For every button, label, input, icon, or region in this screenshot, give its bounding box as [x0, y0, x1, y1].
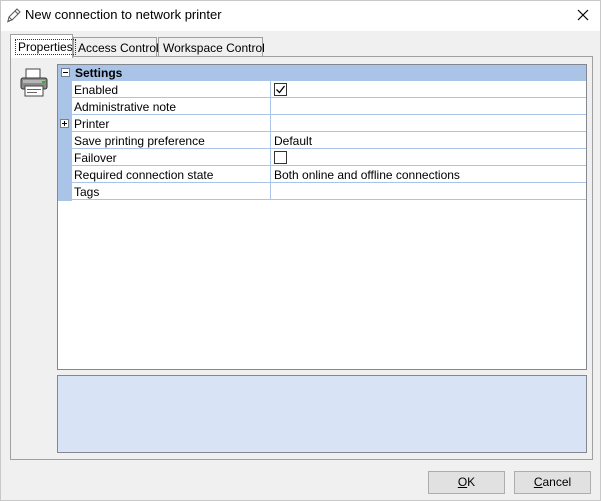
- cancel-label-rest: ancel: [542, 475, 572, 489]
- property-grid[interactable]: Settings Enabled Administrative note Pri…: [57, 64, 587, 370]
- column-divider: [270, 98, 271, 115]
- property-row-printer[interactable]: Printer: [60, 115, 586, 132]
- property-name: Administrative note: [74, 100, 177, 114]
- ok-label-rest: K: [467, 475, 476, 489]
- properties-panel: Settings Enabled Administrative note Pri…: [10, 56, 593, 460]
- column-divider: [270, 115, 271, 132]
- tab-properties[interactable]: Properties: [10, 34, 76, 58]
- tab-label: Access Control: [78, 41, 159, 55]
- property-name: Failover: [74, 151, 117, 165]
- dialog-window: New connection to network printer Proper…: [0, 0, 601, 501]
- ok-button[interactable]: OK: [428, 471, 505, 494]
- property-name: Save printing preference: [74, 134, 205, 148]
- printer-icon: [20, 68, 48, 97]
- close-icon: [577, 9, 589, 21]
- property-row-save-printing-preference[interactable]: Save printing preference Default: [72, 132, 586, 149]
- tab-access-control[interactable]: Access Control: [73, 37, 159, 57]
- column-divider: [270, 149, 271, 166]
- title-bar: New connection to network printer: [1, 1, 600, 31]
- property-name: Enabled: [74, 83, 119, 97]
- tab-label: Workspace Control: [163, 41, 265, 55]
- collapse-icon[interactable]: [61, 68, 70, 77]
- enabled-checkbox[interactable]: [274, 83, 287, 96]
- checkmark-icon: [276, 85, 286, 94]
- column-divider: [270, 81, 271, 98]
- ok-mnemonic: O: [457, 475, 468, 489]
- property-row-tags[interactable]: Tags: [72, 183, 586, 200]
- property-name: Tags: [74, 185, 100, 199]
- failover-checkbox[interactable]: [274, 151, 287, 164]
- tab-strip: Properties Access Control Workspace Cont…: [10, 34, 590, 58]
- cancel-button[interactable]: Cancel: [514, 471, 591, 494]
- tab-workspace-control[interactable]: Workspace Control: [158, 37, 265, 57]
- property-row-enabled[interactable]: Enabled: [72, 81, 586, 98]
- tab-label: Properties: [15, 39, 76, 55]
- property-name: Printer: [74, 117, 110, 131]
- category-label: Settings: [75, 66, 123, 80]
- property-name: Required connection state: [74, 168, 214, 182]
- property-value[interactable]: Both online and offline connections: [274, 168, 584, 182]
- property-row-failover[interactable]: Failover: [72, 149, 586, 166]
- property-value[interactable]: Default: [274, 134, 584, 148]
- grid-gutter: [58, 81, 72, 201]
- window-title: New connection to network printer: [25, 7, 222, 22]
- description-panel: [57, 375, 587, 453]
- expand-icon[interactable]: [60, 119, 69, 128]
- close-button[interactable]: [570, 3, 596, 27]
- column-divider: [270, 166, 271, 183]
- column-divider: [270, 132, 271, 149]
- column-divider: [270, 183, 271, 200]
- category-row-settings[interactable]: Settings: [58, 65, 586, 81]
- property-row-administrative-note[interactable]: Administrative note: [72, 98, 586, 115]
- pen-icon: [6, 8, 21, 23]
- property-row-required-connection-state[interactable]: Required connection state Both online an…: [72, 166, 586, 183]
